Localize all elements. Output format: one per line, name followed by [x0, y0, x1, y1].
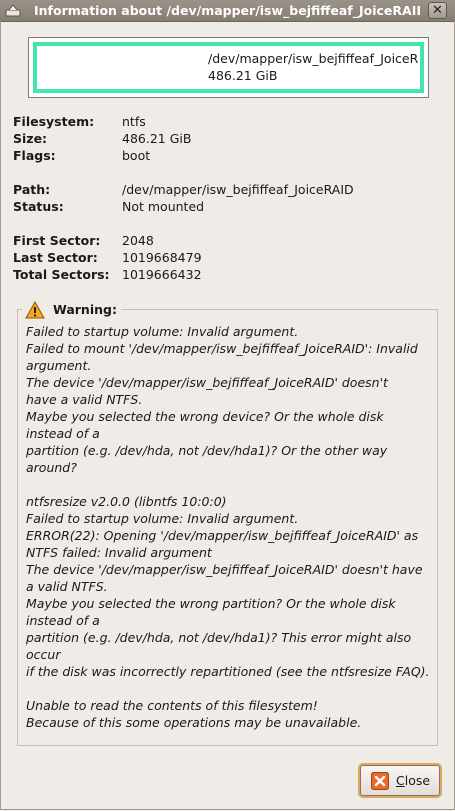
first-sector-label: First Sector: — [13, 233, 101, 248]
warning-header: Warning: — [22, 299, 121, 319]
partition-path-label: /dev/mapper/isw_bejfiffeaf_JoiceRAID — [208, 51, 418, 66]
size-value: 486.21 GiB — [122, 131, 192, 146]
window-menu-icon[interactable] — [5, 3, 21, 17]
window-title: Information about /dev/mapper/isw_bejfif… — [34, 3, 420, 18]
close-button-label: Close — [396, 773, 430, 788]
window-close-icon[interactable]: ✕ — [428, 2, 447, 19]
close-button[interactable]: Close — [360, 765, 440, 796]
close-icon — [371, 772, 389, 790]
warning-label: Warning: — [52, 301, 117, 317]
warning-icon — [25, 300, 45, 318]
flags-label: Flags: — [13, 148, 56, 163]
total-sectors-value: 1019666432 — [122, 267, 202, 282]
filesystem-label: Filesystem: — [13, 114, 95, 129]
last-sector-value: 1019668479 — [122, 250, 202, 265]
partition-graphic: /dev/mapper/isw_bejfiffeaf_JoiceRAID 486… — [28, 37, 429, 98]
warning-message: Failed to startup volume: Invalid argume… — [26, 324, 430, 730]
flags-value: boot — [122, 148, 151, 163]
title-bar[interactable]: Information about /dev/mapper/isw_bejfif… — [0, 0, 455, 22]
close-label-rest: lose — [404, 773, 431, 788]
partition-size-label: 486.21 GiB — [208, 68, 278, 83]
size-label: Size: — [13, 131, 48, 146]
path-value: /dev/mapper/isw_bejfiffeaf_JoiceRAID — [122, 182, 354, 197]
filesystem-value: ntfs — [122, 114, 146, 129]
close-mnemonic: C — [396, 773, 405, 788]
status-label: Status: — [13, 199, 64, 214]
path-label: Path: — [13, 182, 51, 197]
status-value: Not mounted — [122, 199, 205, 214]
total-sectors-label: Total Sectors: — [13, 267, 110, 282]
last-sector-label: Last Sector: — [13, 250, 98, 265]
first-sector-value: 2048 — [122, 233, 154, 248]
